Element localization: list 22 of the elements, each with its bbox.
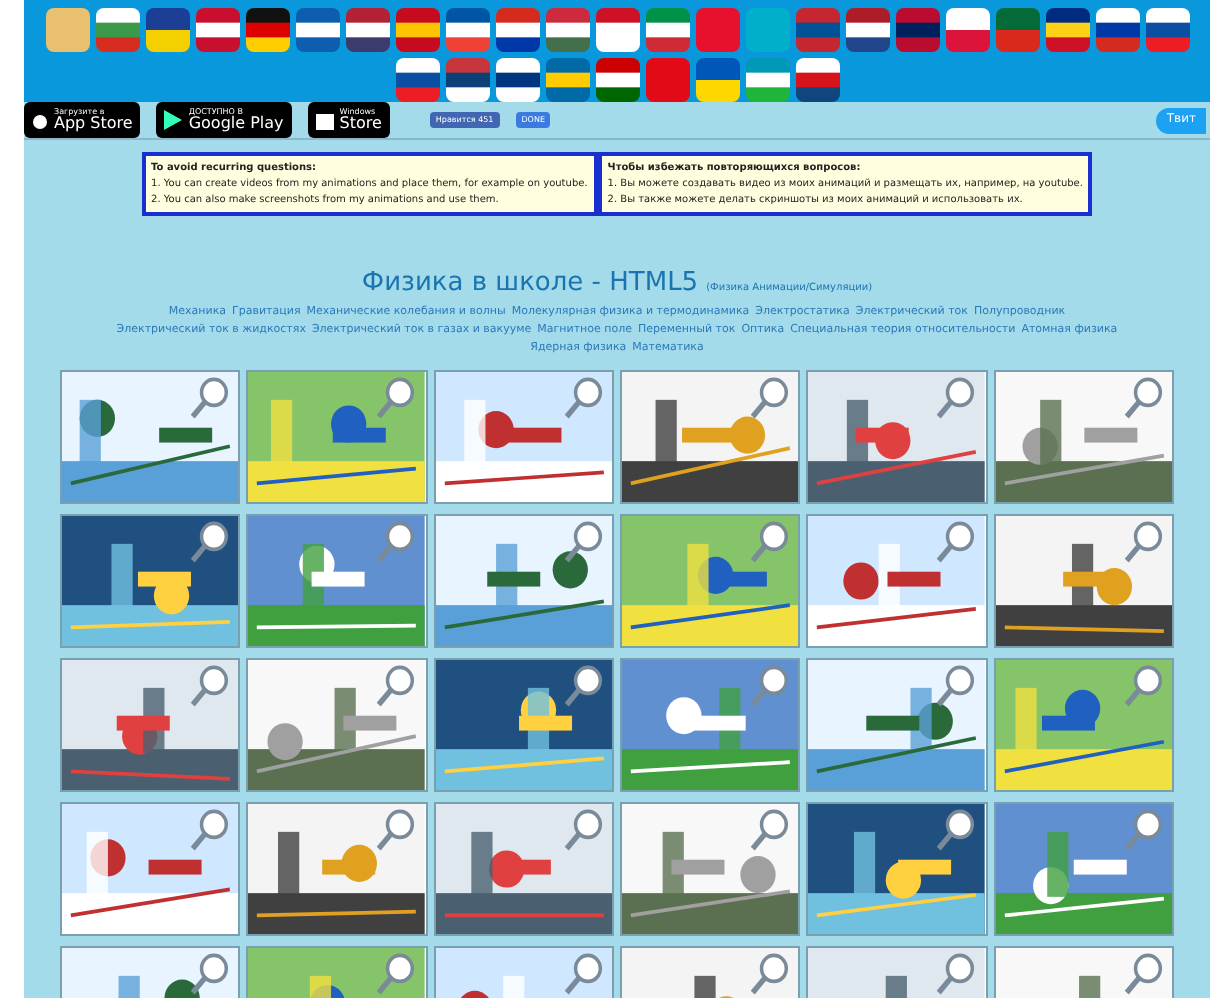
flag-icon[interactable] [595,8,639,52]
flag-icon[interactable] [1145,8,1189,52]
flag-icon[interactable] [495,8,539,52]
flag-icon[interactable] [1095,8,1139,52]
page-title: Физика в школе - HTML5 [361,266,699,302]
flag-icon[interactable] [295,8,339,52]
flag-icon[interactable] [1045,8,1089,52]
flag-icon[interactable] [245,8,289,52]
flag-icon[interactable] [445,8,489,52]
flag-icon[interactable] [495,58,539,102]
flag-icon[interactable] [345,8,389,52]
flag-icon[interactable] [545,8,589,52]
flag-icon[interactable] [845,8,889,52]
flag-icon[interactable] [195,8,239,52]
play-icon [164,110,183,130]
flag-icon[interactable] [395,58,439,102]
flag-icon[interactable] [595,58,639,102]
flag-icon[interactable] [145,8,189,52]
flag-icon[interactable] [795,58,839,102]
flag-icon[interactable] [445,58,489,102]
store-icon [315,110,334,130]
flag-icon[interactable] [95,8,139,52]
